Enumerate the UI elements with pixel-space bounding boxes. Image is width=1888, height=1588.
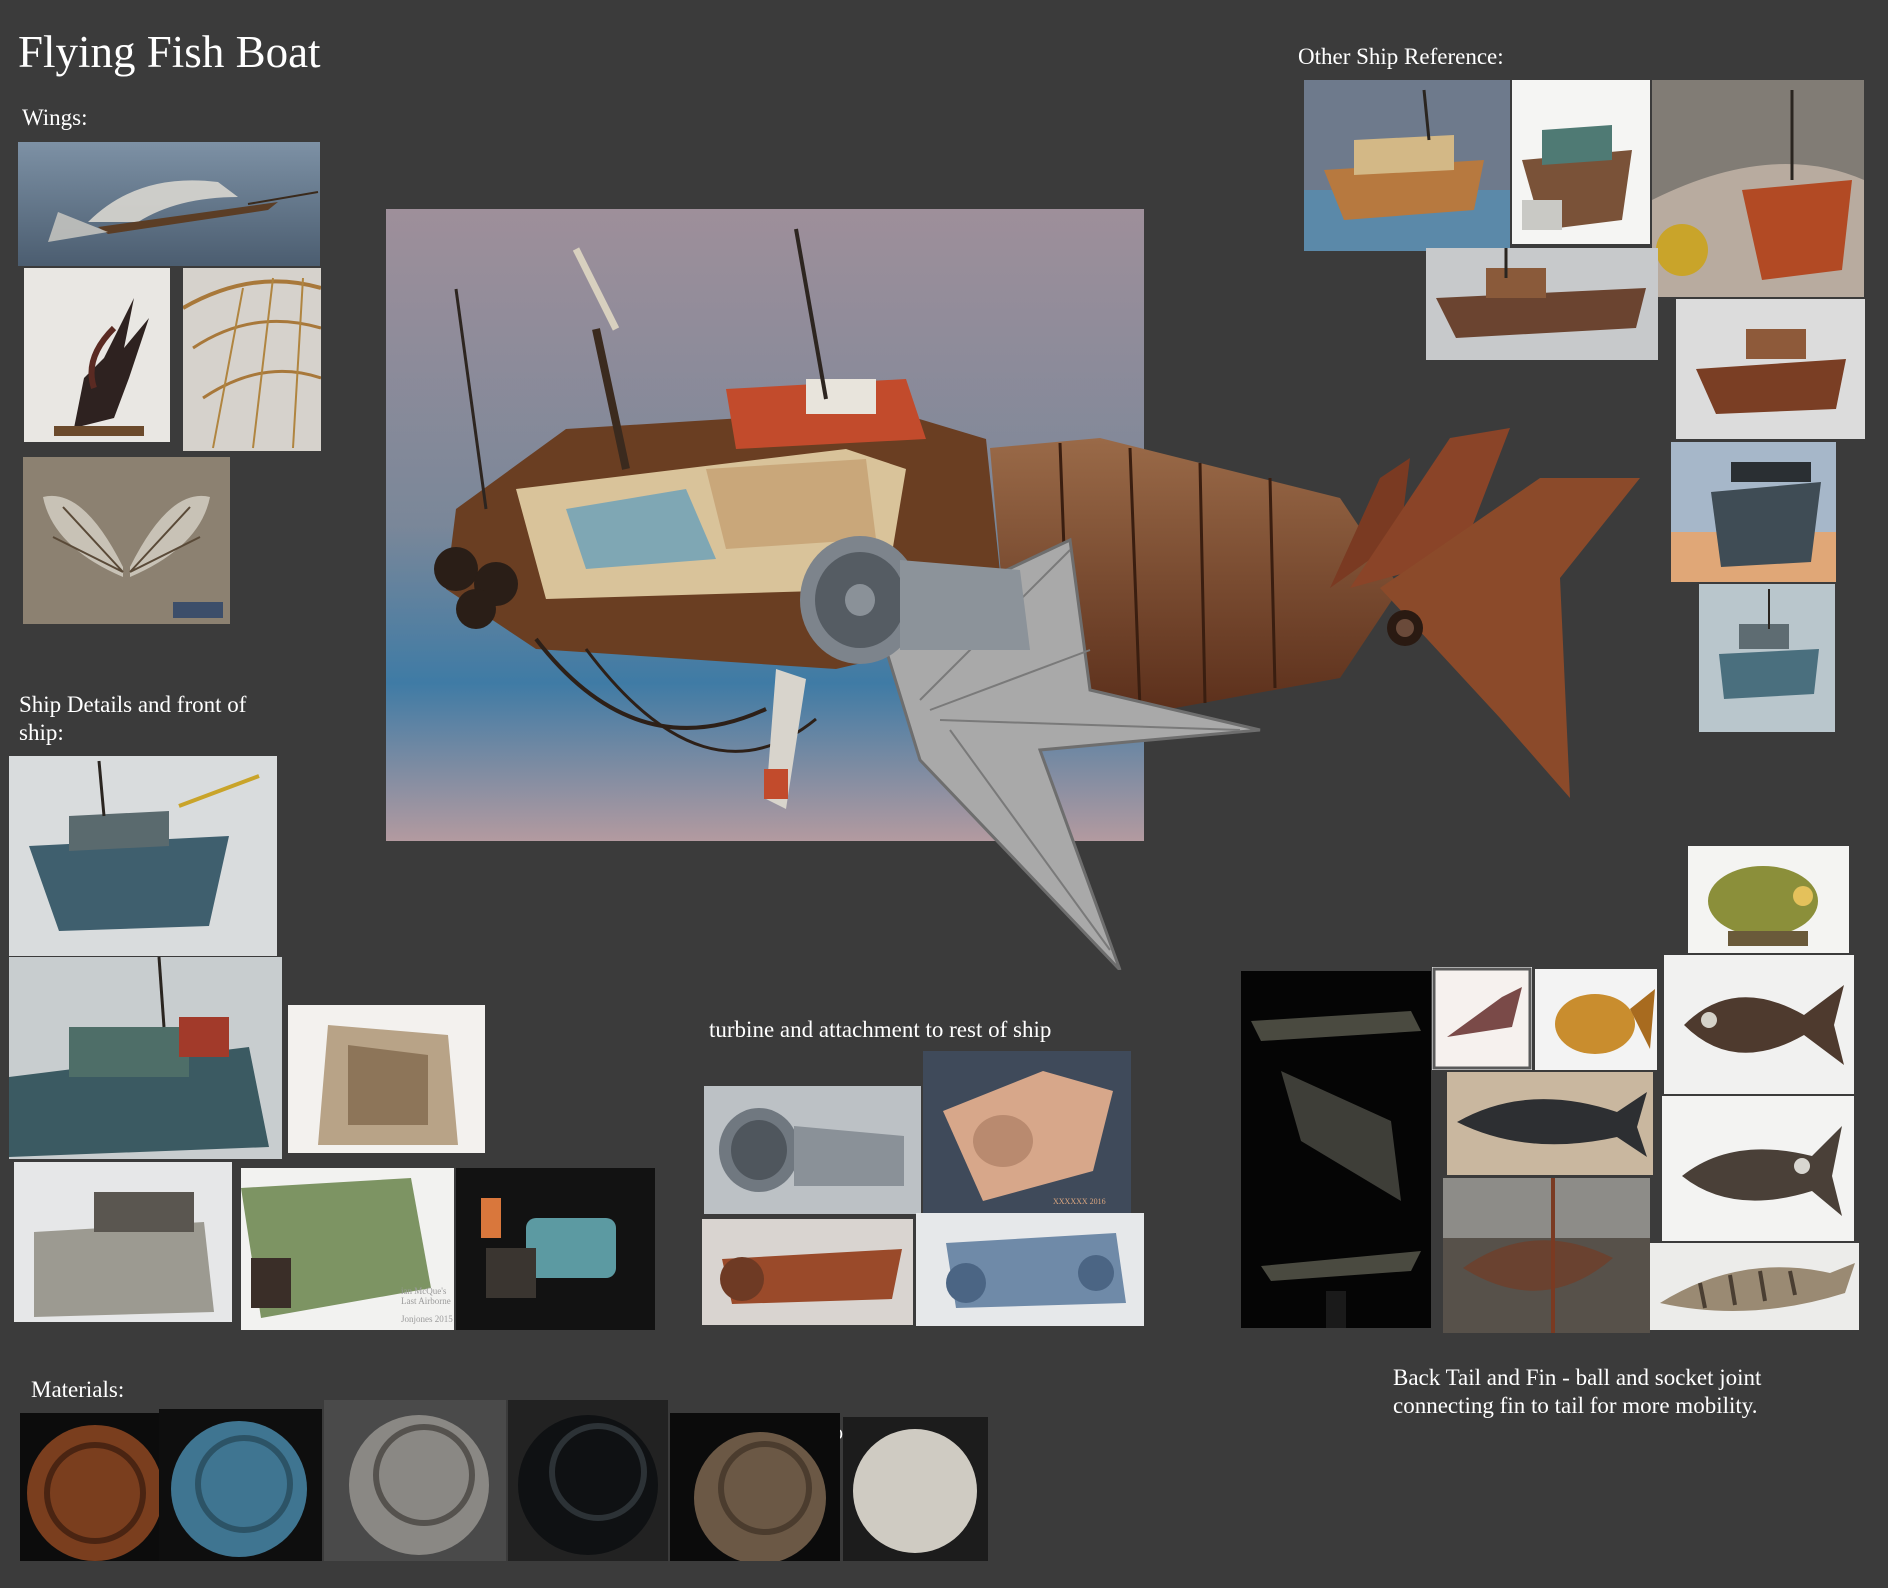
car-ref-subcaption: Jonjones 2015 — [401, 1314, 453, 1324]
ship-detail-ref-5: ian McQue's Last Airborne Jonjones 2015 — [241, 1168, 454, 1330]
tail-ref-silver-fish — [1662, 1096, 1854, 1241]
tail-ref-rusty-fish — [1664, 955, 1854, 1094]
wing-sketch-photo — [23, 457, 230, 624]
turbine-ref-2: XXXXXX 2016 — [923, 1051, 1131, 1215]
material-rust-sphere — [20, 1413, 160, 1561]
turbine-ref-1 — [704, 1086, 921, 1214]
ship-detail-ref-6 — [456, 1168, 655, 1330]
ship-details-label: Ship Details and front of ship: — [19, 692, 247, 745]
turbine-ref-4 — [916, 1213, 1144, 1326]
tail-ref-shark — [1447, 1072, 1653, 1175]
other-ship-ref-7 — [1699, 584, 1835, 732]
ship-detail-ref-1 — [9, 756, 277, 956]
material-black-sphere — [508, 1400, 668, 1561]
wing-frame-photo — [183, 268, 321, 451]
turbine-ref-3 — [702, 1219, 913, 1325]
tail-ref-angler — [1443, 1178, 1650, 1333]
airship-wing-photo — [18, 142, 320, 266]
tail-ref-mech-fish — [1432, 967, 1532, 1070]
material-metal-sphere — [324, 1400, 506, 1561]
ship-detail-ref-2 — [9, 957, 282, 1159]
other-ship-ref-1 — [1304, 80, 1510, 251]
dragon-statue-photo — [24, 268, 170, 442]
turbine-wing-render — [790, 530, 1270, 972]
tail-ref-dark-fish — [1241, 971, 1431, 1328]
material-fabric-sphere — [670, 1413, 840, 1561]
other-ship-ref-5 — [1676, 299, 1865, 439]
turbine-ref-caption: XXXXXX 2016 — [1053, 1197, 1106, 1206]
wings-label: Wings: — [22, 105, 88, 130]
tail-ref-fish-ship — [1688, 846, 1849, 953]
other-ship-ref-6 — [1671, 442, 1836, 582]
other-ship-ref-4 — [1426, 248, 1658, 360]
material-blue-sphere — [159, 1409, 322, 1561]
material-canvas-sphere — [843, 1417, 988, 1561]
materials-label: Materials: — [31, 1377, 125, 1402]
turbine-label: turbine and attachment to rest of ship — [709, 1017, 1052, 1042]
tail-ref-gold-fish — [1535, 969, 1657, 1070]
other-ship-ref-2 — [1512, 80, 1650, 244]
tail-ref-striped-fish — [1650, 1243, 1859, 1330]
car-ref-caption: ian McQue's Last Airborne — [401, 1286, 451, 1306]
ship-detail-ref-3 — [288, 1005, 485, 1153]
other-ship-ref-3 — [1652, 80, 1864, 297]
other-ships-label: Other Ship Reference: — [1298, 44, 1504, 69]
back-tail-label: Back Tail and Fin - ball and socket join… — [1393, 1365, 1762, 1418]
board-title: Flying Fish Boat — [18, 27, 321, 77]
ship-detail-ref-4 — [14, 1162, 232, 1322]
